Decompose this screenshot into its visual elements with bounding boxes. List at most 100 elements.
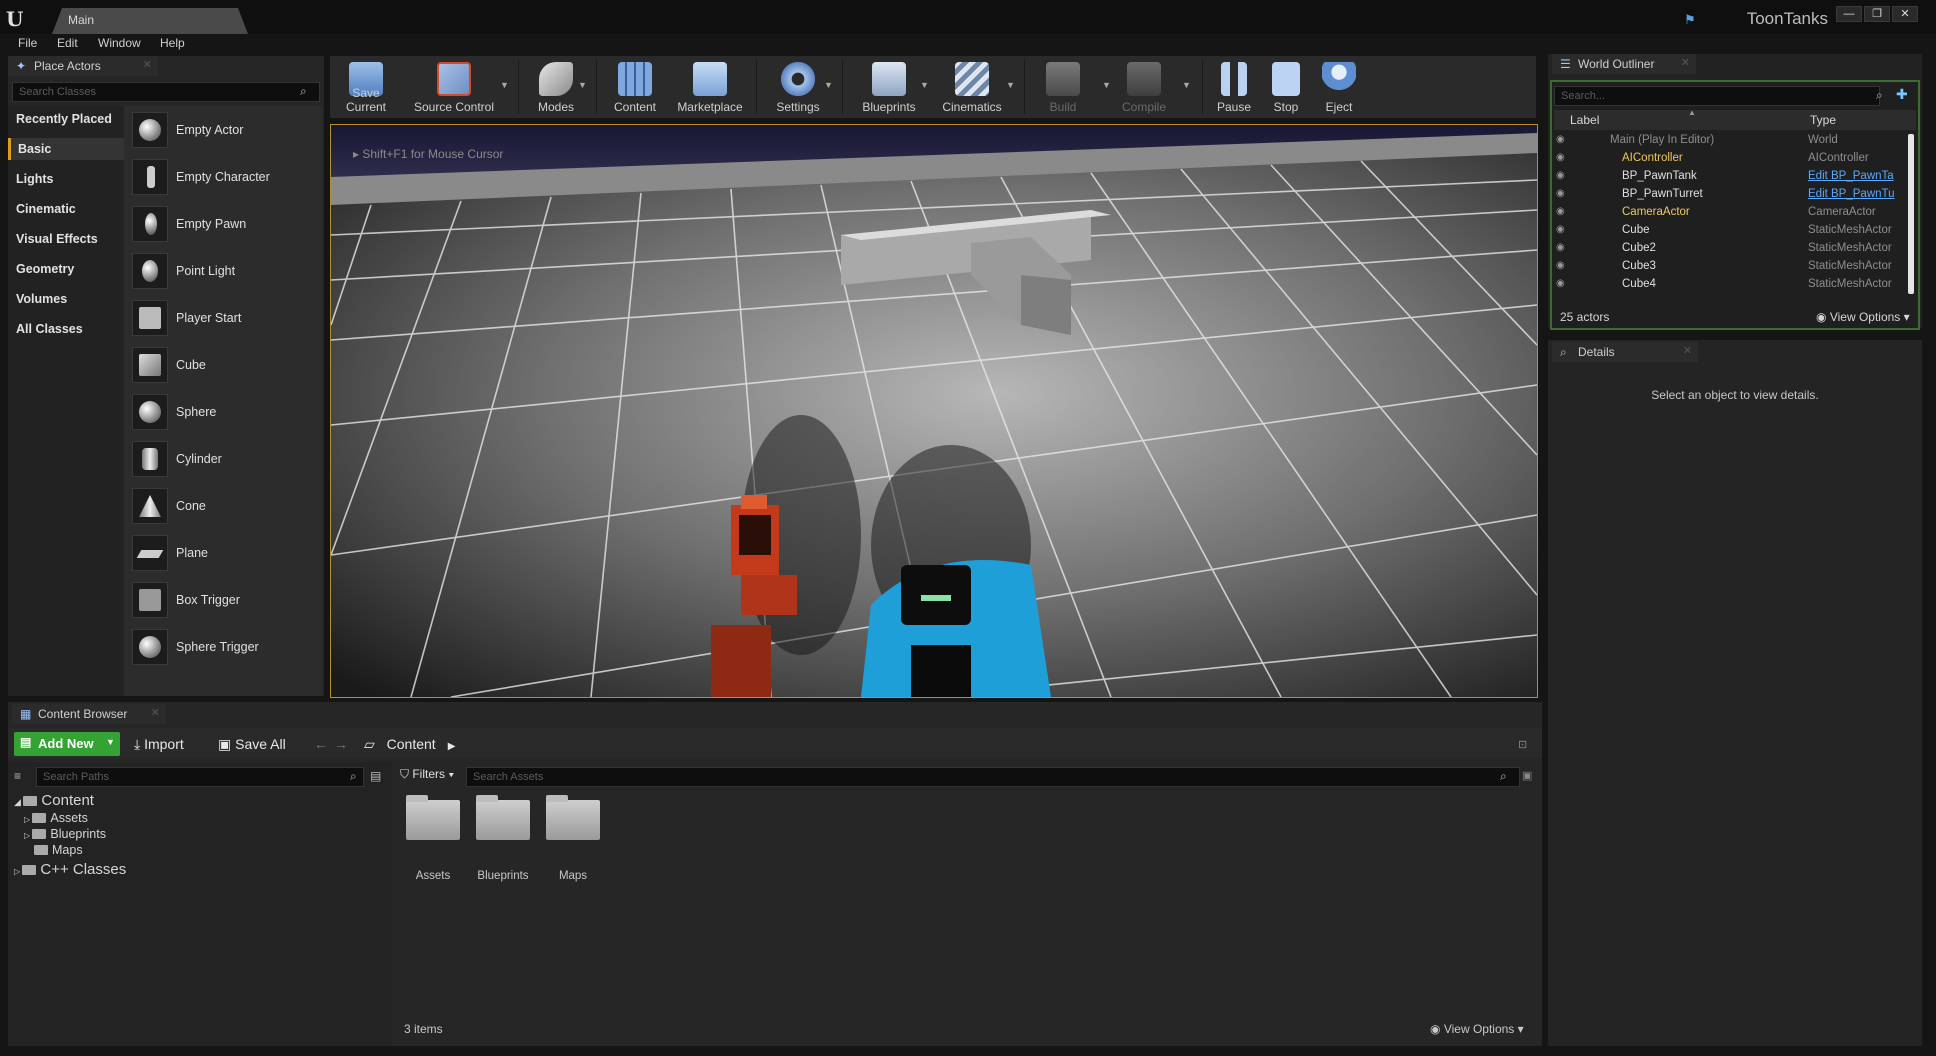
eye-icon[interactable]: ◉ (1556, 278, 1570, 290)
document-tab[interactable]: Main (52, 8, 248, 34)
eye-icon[interactable]: ◉ (1556, 170, 1570, 182)
search-paths-input[interactable]: Search Paths (36, 767, 364, 787)
menu-file[interactable]: File (18, 36, 37, 50)
outliner-view-options[interactable]: ◉ View Options ▾ (1816, 310, 1910, 324)
eye-icon[interactable]: ◉ (1556, 224, 1570, 236)
breadcrumb[interactable]: ▱ Content ▶ (364, 736, 455, 753)
chevron-down-icon[interactable]: ▼ (1006, 80, 1015, 90)
search-classes-input[interactable]: Search Classes (12, 82, 320, 102)
forward-button[interactable]: → (334, 736, 348, 752)
tree-item-cpp-classes[interactable]: ▷ C++ Classes (14, 861, 126, 878)
tree-item-maps[interactable]: Maps (34, 843, 83, 857)
chevron-down-icon[interactable]: ▼ (500, 80, 509, 90)
search-assets-input[interactable]: Search Assets (466, 767, 1520, 787)
path-view-options-icon[interactable]: ▤ (370, 769, 381, 783)
asset-folder-blueprints[interactable]: Blueprints (472, 795, 534, 882)
eye-icon[interactable]: ◉ (1556, 242, 1570, 254)
category-cinematic[interactable]: Cinematic (16, 202, 76, 216)
actor-item-sphere-trigger[interactable]: Sphere Trigger (132, 625, 318, 669)
actor-item-empty-character[interactable]: Empty Character (132, 155, 318, 199)
actor-item-empty-actor[interactable]: Empty Actor (132, 108, 318, 152)
lock-icon[interactable]: ⊡ (1518, 738, 1527, 751)
eye-icon[interactable]: ◉ (1556, 152, 1570, 164)
content-view-options[interactable]: ◉ View Options ▾ (1430, 1022, 1524, 1036)
modes-button[interactable]: Modes (526, 56, 586, 118)
outliner-row[interactable]: ◉ Main (Play In Editor) World (1554, 132, 1908, 150)
category-geometry[interactable]: Geometry (16, 262, 74, 276)
row-type-link[interactable]: Edit BP_PawnTu (1808, 188, 1895, 200)
outliner-scrollbar[interactable] (1908, 134, 1914, 294)
category-basic[interactable]: Basic (8, 138, 124, 160)
cinematics-button[interactable]: Cinematics (934, 56, 1010, 118)
category-volumes[interactable]: Volumes (16, 292, 67, 306)
category-all-classes[interactable]: All Classes (16, 322, 83, 336)
actor-item-cylinder[interactable]: Cylinder (132, 437, 318, 481)
menu-edit[interactable]: Edit (57, 36, 78, 50)
add-actor-icon[interactable]: ✚ (1896, 86, 1908, 103)
build-button[interactable]: Build (1032, 56, 1094, 118)
row-type-link[interactable]: Edit BP_PawnTa (1808, 170, 1894, 182)
import-button[interactable]: ⤓ Import (134, 736, 184, 753)
outliner-row[interactable]: ◉ BP_PawnTurret Edit BP_PawnTu (1554, 186, 1908, 204)
content-button[interactable]: Content (604, 56, 666, 118)
eye-icon[interactable]: ◉ (1556, 134, 1570, 146)
maximize-button[interactable]: ❐ (1864, 6, 1890, 22)
blueprints-button[interactable]: Blueprints (852, 56, 926, 118)
save-all-button[interactable]: ▣ Save All (218, 736, 286, 753)
marketplace-button[interactable]: Marketplace (672, 56, 748, 118)
category-recently-placed[interactable]: Recently Placed (16, 112, 112, 126)
menu-help[interactable]: Help (160, 36, 185, 50)
outliner-row[interactable]: ◉ AIController AIController (1554, 150, 1908, 168)
chevron-down-icon[interactable]: ▼ (1182, 80, 1191, 90)
unreal-logo-icon[interactable]: U (6, 7, 32, 31)
asset-folder-maps[interactable]: Maps (542, 795, 604, 882)
outliner-row[interactable]: ◉ Cube2 StaticMeshActor (1554, 240, 1908, 258)
actor-item-plane[interactable]: Plane (132, 531, 318, 575)
outliner-row[interactable]: ◉ Cube4 StaticMeshActor (1554, 276, 1908, 294)
outliner-row[interactable]: ◉ BP_PawnTank Edit BP_PawnTa (1554, 168, 1908, 186)
eye-icon[interactable]: ◉ (1556, 188, 1570, 200)
actor-item-box-trigger[interactable]: Box Trigger (132, 578, 318, 622)
chevron-down-icon[interactable]: ▼ (920, 80, 929, 90)
tab-details[interactable]: ⌕ Details ✕ (1552, 342, 1698, 362)
outliner-search-input[interactable]: Search... (1554, 86, 1880, 106)
tree-item-content[interactable]: ◢ Content (14, 792, 94, 809)
close-icon[interactable]: ✕ (1683, 344, 1692, 357)
pause-button[interactable]: Pause (1210, 56, 1258, 118)
minimize-button[interactable]: — (1836, 6, 1862, 22)
actor-item-point-light[interactable]: Point Light (132, 249, 318, 293)
add-new-button[interactable]: ▤ Add New ▼ (14, 732, 120, 756)
stop-button[interactable]: Stop (1262, 56, 1310, 118)
compile-button[interactable]: Compile (1112, 56, 1176, 118)
close-icon[interactable]: ✕ (151, 706, 160, 719)
save-search-icon[interactable]: ▣ (1522, 769, 1532, 782)
column-type[interactable]: Type (1810, 113, 1836, 127)
category-lights[interactable]: Lights (16, 172, 54, 186)
column-label[interactable]: Label (1570, 113, 1599, 127)
back-button[interactable]: ← (314, 736, 328, 752)
tree-item-assets[interactable]: ▷ Assets (24, 811, 88, 825)
menu-window[interactable]: Window (98, 36, 141, 50)
outliner-row[interactable]: ◉ Cube StaticMeshActor (1554, 222, 1908, 240)
actor-item-cone[interactable]: Cone (132, 484, 318, 528)
chevron-down-icon[interactable]: ▼ (824, 80, 833, 90)
source-control-button[interactable]: Source Control (412, 56, 496, 118)
chevron-down-icon[interactable]: ▼ (578, 80, 587, 90)
outliner-row[interactable]: ◉ CameraActor CameraActor (1554, 204, 1908, 222)
level-viewport[interactable]: ▸ Shift+F1 for Mouse Cursor (330, 124, 1538, 698)
close-icon[interactable]: ✕ (1681, 56, 1690, 69)
outliner-row[interactable]: ◉ Cube3 StaticMeshActor (1554, 258, 1908, 276)
category-visual-effects[interactable]: Visual Effects (16, 232, 98, 246)
tab-place-actors[interactable]: ✦ Place Actors ✕ (8, 56, 158, 76)
actor-item-empty-pawn[interactable]: Empty Pawn (132, 202, 318, 246)
actor-item-cube[interactable]: Cube (132, 343, 318, 387)
eye-icon[interactable]: ◉ (1556, 260, 1570, 272)
asset-folder-assets[interactable]: Assets (402, 795, 464, 882)
close-button[interactable]: ✕ (1892, 6, 1918, 22)
filters-button[interactable]: ⛉ Filters ▾ (400, 767, 466, 787)
save-current-button[interactable]: Save Current (334, 56, 398, 118)
eject-button[interactable]: Eject (1314, 56, 1364, 118)
close-icon[interactable]: ✕ (143, 58, 152, 71)
feedback-icon[interactable]: ⚑ (1684, 12, 1700, 27)
actor-item-player-start[interactable]: Player Start (132, 296, 318, 340)
